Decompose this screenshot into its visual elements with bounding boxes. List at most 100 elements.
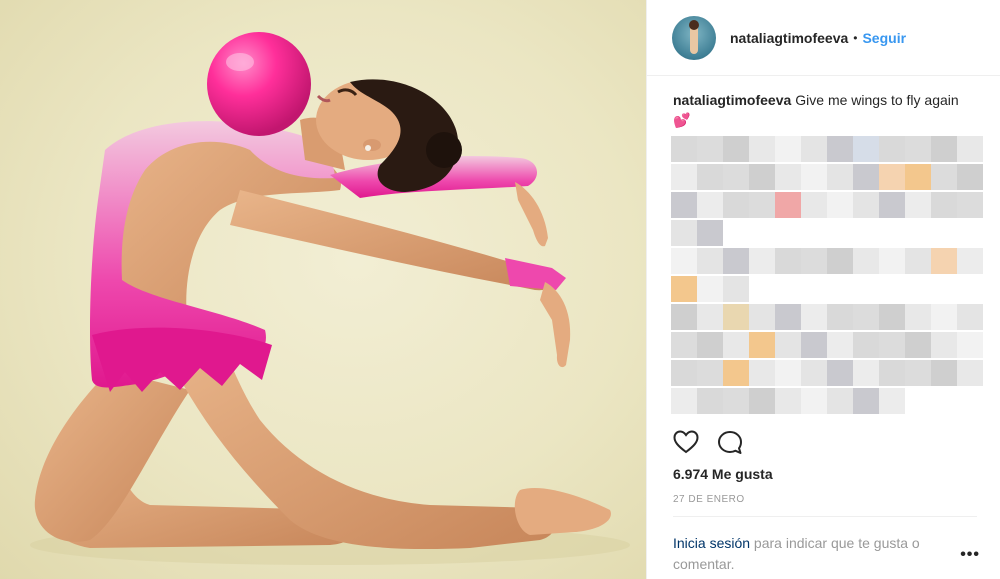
blur-cell: [723, 192, 749, 218]
blur-cell: [697, 332, 723, 358]
follow-button[interactable]: Seguir: [862, 30, 906, 46]
blur-cell: [775, 248, 801, 274]
blur-cell: [749, 248, 775, 274]
blur-cell: [827, 192, 853, 218]
blur-cell: [697, 304, 723, 330]
avatar[interactable]: [672, 15, 716, 60]
heart-outline-icon[interactable]: [673, 430, 699, 456]
blur-cell: [853, 164, 879, 190]
blur-cell: [931, 360, 957, 386]
blur-cell: [931, 136, 957, 162]
blur-cell: [723, 164, 749, 190]
blur-cell: [749, 304, 775, 330]
post-photo[interactable]: [0, 0, 646, 579]
blur-cell: [671, 360, 697, 386]
blur-cell: [671, 248, 697, 274]
blur-cell: [697, 192, 723, 218]
blur-cell: [879, 332, 905, 358]
blur-cell: [801, 332, 827, 358]
blur-cell: [957, 248, 983, 274]
blur-cell: [853, 248, 879, 274]
gymnast-illustration: [30, 32, 630, 565]
blur-cell: [879, 304, 905, 330]
blur-cell: [905, 136, 931, 162]
blur-cell: [879, 136, 905, 162]
post-actions: [673, 430, 743, 456]
comment-bubble-icon[interactable]: [717, 430, 743, 456]
blur-cell: [957, 304, 983, 330]
post-caption: nataliagtimofeeva Give me wings to fly ag…: [673, 90, 973, 130]
blur-cell: [775, 164, 801, 190]
blur-cell: [671, 332, 697, 358]
blur-cell: [879, 248, 905, 274]
caption-username[interactable]: nataliagtimofeeva: [673, 92, 791, 108]
blur-cell: [697, 276, 723, 302]
blur-cell: [879, 164, 905, 190]
blur-cell: [827, 388, 853, 414]
blur-cell: [931, 192, 957, 218]
blur-cell: [827, 360, 853, 386]
blur-cell: [723, 360, 749, 386]
blur-cell: [723, 388, 749, 414]
caption-emoji: 💕: [673, 112, 691, 128]
blur-cell: [827, 164, 853, 190]
blur-cell: [853, 360, 879, 386]
blur-cell: [775, 304, 801, 330]
login-link[interactable]: Inicia sesión: [673, 535, 750, 551]
blur-cell: [801, 360, 827, 386]
blur-cell: [853, 136, 879, 162]
blur-cell: [801, 304, 827, 330]
blur-cell: [879, 360, 905, 386]
login-prompt: Inicia sesión para indicar que te gusta …: [673, 533, 963, 575]
blur-cell: [801, 388, 827, 414]
blur-cell: [801, 192, 827, 218]
blur-cell: [723, 248, 749, 274]
blur-cell: [957, 360, 983, 386]
header-username[interactable]: nataliagtimofeeva: [730, 30, 848, 46]
blur-cell: [801, 164, 827, 190]
blur-cell: [905, 332, 931, 358]
blur-cell: [697, 220, 723, 246]
blur-cell: [853, 192, 879, 218]
blur-cell: [697, 360, 723, 386]
blur-cell: [931, 248, 957, 274]
blur-cell: [723, 304, 749, 330]
blur-cell: [671, 164, 697, 190]
blur-cell: [957, 332, 983, 358]
post-date[interactable]: 27 DE ENERO: [673, 494, 745, 505]
blur-cell: [827, 332, 853, 358]
blur-cell: [853, 332, 879, 358]
blur-cell: [671, 136, 697, 162]
blur-cell: [697, 248, 723, 274]
blur-cell: [827, 136, 853, 162]
blur-cell: [905, 304, 931, 330]
blur-cell: [957, 164, 983, 190]
blur-cell: [801, 136, 827, 162]
blur-cell: [749, 136, 775, 162]
blur-cell: [749, 360, 775, 386]
like-count[interactable]: 6.974 Me gusta: [673, 466, 773, 482]
blur-cell: [827, 248, 853, 274]
blur-cell: [775, 332, 801, 358]
blur-cell: [723, 136, 749, 162]
blur-cell: [801, 248, 827, 274]
blur-cell: [905, 192, 931, 218]
blur-cell: [671, 388, 697, 414]
blur-cell: [931, 164, 957, 190]
instagram-post: nataliagtimofeeva • Seguir nataliagtimof…: [0, 0, 1000, 579]
blurred-comments: [671, 136, 991, 426]
blur-cell: [879, 192, 905, 218]
header-separator: •: [853, 30, 858, 45]
more-options-button[interactable]: •••: [960, 547, 980, 563]
blur-cell: [671, 220, 697, 246]
blur-cell: [671, 276, 697, 302]
blur-cell: [697, 164, 723, 190]
blur-cell: [853, 388, 879, 414]
blur-cell: [775, 388, 801, 414]
blur-cell: [697, 136, 723, 162]
blur-cell: [905, 164, 931, 190]
divider: [673, 516, 977, 517]
post-sidebar: nataliagtimofeeva • Seguir nataliagtimof…: [646, 0, 1000, 579]
blur-cell: [853, 304, 879, 330]
blur-cell: [905, 248, 931, 274]
